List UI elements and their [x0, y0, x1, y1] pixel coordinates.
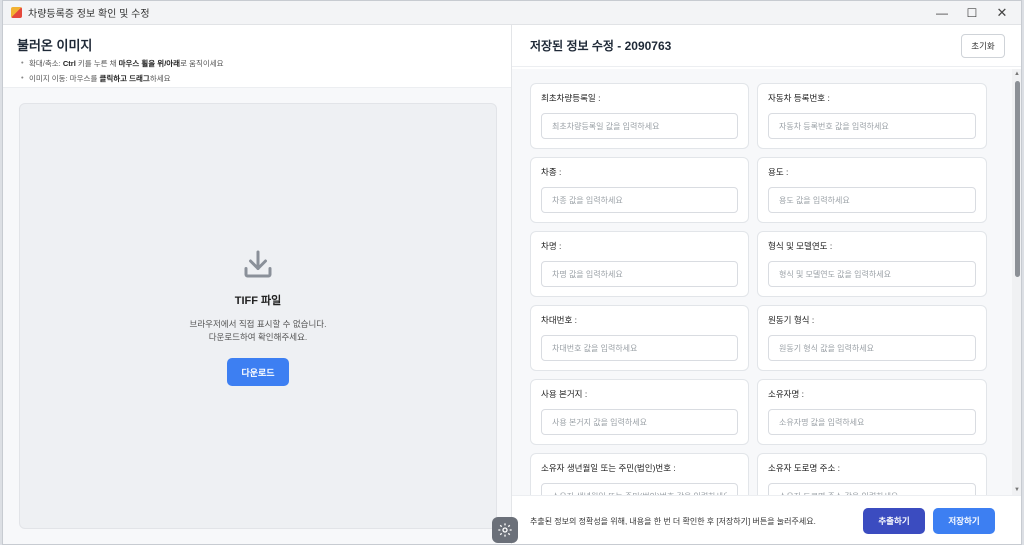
field-card: 소유자 도로명 주소 : — [757, 453, 987, 495]
pan-hint: 이미지 이동: 마우스를 클릭하고 드래그하세요 — [17, 73, 497, 84]
field-card: 소유자 생년월일 또는 주민(법인)번호 : — [530, 453, 749, 495]
unsupported-message: 브라우저에서 직접 표시할 수 없습니다. 다운로드하여 확인해주세요. — [189, 319, 327, 342]
field-label: 차명 : — [541, 241, 562, 251]
scrollbar[interactable]: ▲ ▼ — [1012, 69, 1021, 495]
image-panel-title: 불러온 이미지 — [17, 38, 93, 53]
field-label: 소유자 생년월일 또는 주민(법인)번호 : — [541, 463, 676, 473]
image-viewer[interactable]: TIFF 파일 브라우저에서 직접 표시할 수 없습니다. 다운로드하여 확인해… — [19, 103, 497, 529]
scroll-down-icon[interactable]: ▼ — [1014, 487, 1020, 493]
field-input[interactable] — [768, 409, 976, 435]
download-icon — [244, 250, 272, 278]
field-input[interactable] — [768, 483, 976, 495]
footer-bar: 추출된 정보의 정확성을 위해, 내용을 한 번 더 확인한 후 [저장하기] … — [512, 495, 1021, 544]
app-window: 차량등록증 정보 확인 및 수정 — ☐ ✕ 불러온 이미지 확대/축소: Ct… — [2, 0, 1022, 545]
zoom-hint: 확대/축소: Ctrl 키를 누른 채 마우스 휠을 위/아래로 움직이세요 — [17, 58, 497, 69]
field-input[interactable] — [541, 261, 738, 287]
field-card: 형식 및 모델연도 : — [757, 231, 987, 297]
app-icon — [11, 7, 22, 18]
edit-panel: 저장된 정보 수정 - 2090763 초기화 최초차량등록일 : 자동차 등록번… — [512, 25, 1021, 544]
settings-gear-icon[interactable] — [492, 517, 518, 543]
field-label: 차종 : — [541, 167, 562, 177]
field-card: 차대번호 : — [530, 305, 749, 371]
field-label: 형식 및 모델연도 : — [768, 241, 833, 251]
field-card: 자동차 등록번호 : — [757, 83, 987, 149]
field-label: 소유자 도로명 주소 : — [768, 463, 841, 473]
reset-button[interactable]: 초기화 — [961, 33, 1005, 58]
edit-panel-header: 저장된 정보 수정 - 2090763 초기화 — [512, 25, 1021, 67]
save-button[interactable]: 저장하기 — [933, 508, 995, 534]
scroll-thumb[interactable] — [1015, 81, 1020, 277]
form-area: 최초차량등록일 : 자동차 등록번호 : 차종 : 용도 : 차명 : 형식 및 모델연도… — [512, 69, 1012, 495]
extract-button[interactable]: 추출하기 — [863, 508, 925, 534]
field-input[interactable] — [541, 483, 738, 495]
field-input[interactable] — [541, 335, 738, 361]
field-label: 사용 본거지 : — [541, 389, 588, 399]
field-input[interactable] — [541, 409, 738, 435]
minimize-button[interactable]: — — [927, 1, 957, 25]
image-panel-header: 불러온 이미지 확대/축소: Ctrl 키를 누른 채 마우스 휠을 위/아래로… — [3, 25, 511, 88]
footer-notice: 추출된 정보의 정확성을 위해, 내용을 한 번 더 확인한 후 [저장하기] … — [530, 516, 816, 526]
field-input[interactable] — [541, 187, 738, 213]
file-type-label: TIFF 파일 — [234, 295, 282, 307]
window-title: 차량등록증 정보 확인 및 수정 — [28, 9, 150, 20]
field-card: 용도 : — [757, 157, 987, 223]
field-label: 자동차 등록번호 : — [768, 93, 830, 103]
scroll-up-icon[interactable]: ▲ — [1014, 71, 1020, 77]
field-input[interactable] — [541, 113, 738, 139]
field-label: 원동기 형식 : — [768, 315, 815, 325]
field-label: 차대번호 : — [541, 315, 578, 325]
field-label: 용도 : — [768, 167, 789, 177]
field-card: 최초차량등록일 : — [530, 83, 749, 149]
field-grid: 최초차량등록일 : 자동차 등록번호 : 차종 : 용도 : 차명 : 형식 및 모델연도… — [530, 83, 997, 495]
field-card: 사용 본거지 : — [530, 379, 749, 445]
image-panel: 불러온 이미지 확대/축소: Ctrl 키를 누른 채 마우스 휠을 위/아래로… — [3, 25, 512, 544]
field-input[interactable] — [768, 335, 976, 361]
field-card: 차종 : — [530, 157, 749, 223]
field-label: 소유자명 : — [768, 389, 805, 399]
field-card: 소유자명 : — [757, 379, 987, 445]
field-card: 원동기 형식 : — [757, 305, 987, 371]
field-label: 최초차량등록일 : — [541, 93, 601, 103]
edit-panel-title: 저장된 정보 수정 - 2090763 — [530, 39, 672, 53]
download-button[interactable]: 다운로드 — [227, 358, 289, 386]
maximize-button[interactable]: ☐ — [957, 1, 987, 25]
field-input[interactable] — [768, 261, 976, 287]
close-button[interactable]: ✕ — [987, 1, 1017, 25]
title-bar: 차량등록증 정보 확인 및 수정 — ☐ ✕ — [3, 1, 1021, 25]
field-card: 차명 : — [530, 231, 749, 297]
field-input[interactable] — [768, 187, 976, 213]
field-input[interactable] — [768, 113, 976, 139]
